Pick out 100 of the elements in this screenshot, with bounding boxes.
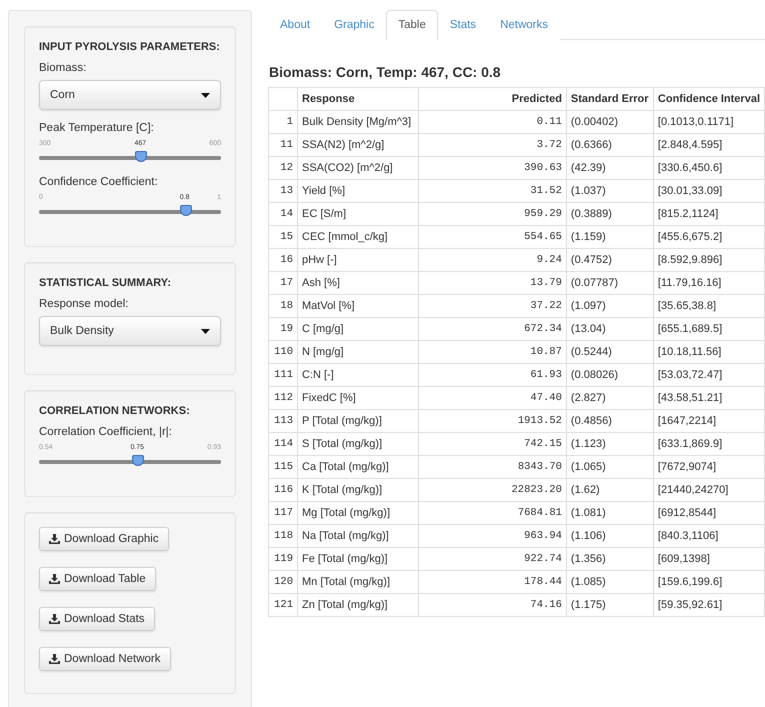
download-icon: [49, 614, 60, 624]
panel-title: STATISTICAL SUMMARY:: [39, 277, 172, 289]
table-cell: (42.39): [566, 156, 654, 180]
column-header: Standard Error: [566, 88, 654, 110]
table-cell: [840.3,1106]: [653, 524, 764, 548]
table-cell: (0.4752): [566, 248, 654, 272]
table-cell: pHw [-]: [298, 248, 418, 272]
table-cell: 61.93: [418, 364, 566, 386]
field-label: Response model:: [39, 298, 130, 310]
table-cell: S [Total (mg/kg)]: [298, 432, 418, 456]
tab[interactable]: Graphic: [322, 10, 386, 40]
table-cell: [21440,24270]: [653, 478, 764, 502]
table-cell: (1.085): [566, 570, 654, 594]
table-cell: 7684.81: [418, 502, 566, 524]
row-number: 16: [268, 248, 298, 272]
table-cell: [53.03,72.47]: [653, 364, 764, 386]
row-number: 1: [268, 110, 298, 134]
table-cell: 554.65: [418, 226, 566, 248]
table-cell: [633.1,869.9]: [653, 432, 764, 456]
table-cell: 963.94: [418, 524, 566, 548]
field-label: Biomass:: [39, 62, 88, 74]
table-cell: MatVol [%]: [298, 294, 418, 318]
table-cell: SSA(CO2) [m^2/g]: [298, 156, 418, 180]
table-cell: (0.3889): [566, 202, 654, 226]
table-cell: 672.34: [418, 318, 566, 340]
panel-title: INPUT PYROLYSIS PARAMETERS:: [39, 41, 221, 53]
table-cell: (0.07787): [566, 272, 654, 294]
slider-label: Correlation Coefficient, |r|:: [39, 426, 173, 438]
table-cell: [0.1013,0.1171]: [653, 110, 764, 134]
table-cell: (1.62): [566, 478, 654, 502]
row-number: 13: [268, 180, 298, 202]
table-cell: [10.18,11.56]: [653, 340, 764, 364]
row-number: 112: [268, 386, 298, 410]
download-button[interactable]: Download Stats: [39, 607, 155, 631]
table-cell: [43.58,51.21]: [653, 386, 764, 410]
slider-handle[interactable]: [180, 205, 192, 216]
slider-label: Peak Temperature [C]:: [39, 122, 155, 134]
table-cell: 959.29: [418, 202, 566, 226]
table-cell: (1.356): [566, 548, 654, 570]
table-cell: CEC [mmol_c/kg]: [298, 226, 418, 248]
table-cell: 37.22: [418, 294, 566, 318]
table-cell: C [mg/g]: [298, 318, 418, 340]
row-number: 11: [268, 134, 298, 156]
download-button[interactable]: Download Table: [39, 567, 156, 591]
table-cell: 9.24: [418, 248, 566, 272]
row-number: 114: [268, 432, 298, 456]
download-button[interactable]: Download Graphic: [39, 527, 169, 551]
panel-title: CORRELATION NETWORKS:: [39, 405, 191, 417]
row-number: 111: [268, 364, 298, 386]
dropdown[interactable]: Bulk Density: [39, 316, 221, 346]
table-cell: 47.40: [418, 386, 566, 410]
table-cell: [30.01,33.09]: [653, 180, 764, 202]
table-cell: (2.827): [566, 386, 654, 410]
row-number: 110: [268, 340, 298, 364]
table-cell: P [Total (mg/kg)]: [298, 410, 418, 432]
table-cell: [609,1398]: [653, 548, 764, 570]
table-cell: C:N [-]: [298, 364, 418, 386]
table-cell: [59.35,92.61]: [653, 594, 764, 616]
table-cell: (1.106): [566, 524, 654, 548]
table-cell: (0.4856): [566, 410, 654, 432]
table-cell: [1647,2214]: [653, 410, 764, 432]
download-button[interactable]: Download Network: [39, 647, 171, 671]
table-cell: (0.6366): [566, 134, 654, 156]
table-cell: (1.097): [566, 294, 654, 318]
dropdown[interactable]: Corn: [39, 80, 221, 110]
table-heading: Biomass: Corn, Temp: 467, CC: 0.8: [269, 64, 502, 80]
table-cell: Mg [Total (mg/kg)]: [298, 502, 418, 524]
table-cell: (1.037): [566, 180, 654, 202]
table-cell: 31.52: [418, 180, 566, 202]
table-cell: [11.79,16.16]: [653, 272, 764, 294]
table-cell: 390.63: [418, 156, 566, 180]
download-icon: [49, 654, 60, 664]
table-cell: 8343.70: [418, 456, 566, 478]
table-cell: 22823.20: [418, 478, 566, 502]
table-cell: 74.16: [418, 594, 566, 616]
slider-handle[interactable]: [135, 151, 148, 162]
tab[interactable]: Table: [386, 10, 438, 40]
row-number: 15: [268, 226, 298, 248]
table-cell: 1913.52: [418, 410, 566, 432]
table-cell: [2.848,4.595]: [653, 134, 764, 156]
table-cell: N [mg/g]: [298, 340, 418, 364]
table-cell: Zn [Total (mg/kg)]: [298, 594, 418, 616]
download-icon: [49, 534, 60, 544]
row-number: 18: [268, 294, 298, 318]
table-cell: [8.592,9.896]: [653, 248, 764, 272]
table-cell: (1.081): [566, 502, 654, 524]
table-cell: [655.1,689.5]: [653, 318, 764, 340]
table-cell: [455.6,675.2]: [653, 226, 764, 248]
table-cell: Ash [%]: [298, 272, 418, 294]
row-number: 113: [268, 410, 298, 432]
slider-handle[interactable]: [132, 455, 144, 466]
table-cell: (0.5244): [566, 340, 654, 364]
table-cell: (1.065): [566, 456, 654, 478]
row-number: 118: [268, 524, 298, 548]
table-cell: FixedC [%]: [298, 386, 418, 410]
table-cell: Na [Total (mg/kg)]: [298, 524, 418, 548]
table-cell: 922.74: [418, 548, 566, 570]
header-cell: [268, 88, 298, 110]
table-cell: (0.08026): [566, 364, 654, 386]
table-cell: [7672,9074]: [653, 456, 764, 478]
